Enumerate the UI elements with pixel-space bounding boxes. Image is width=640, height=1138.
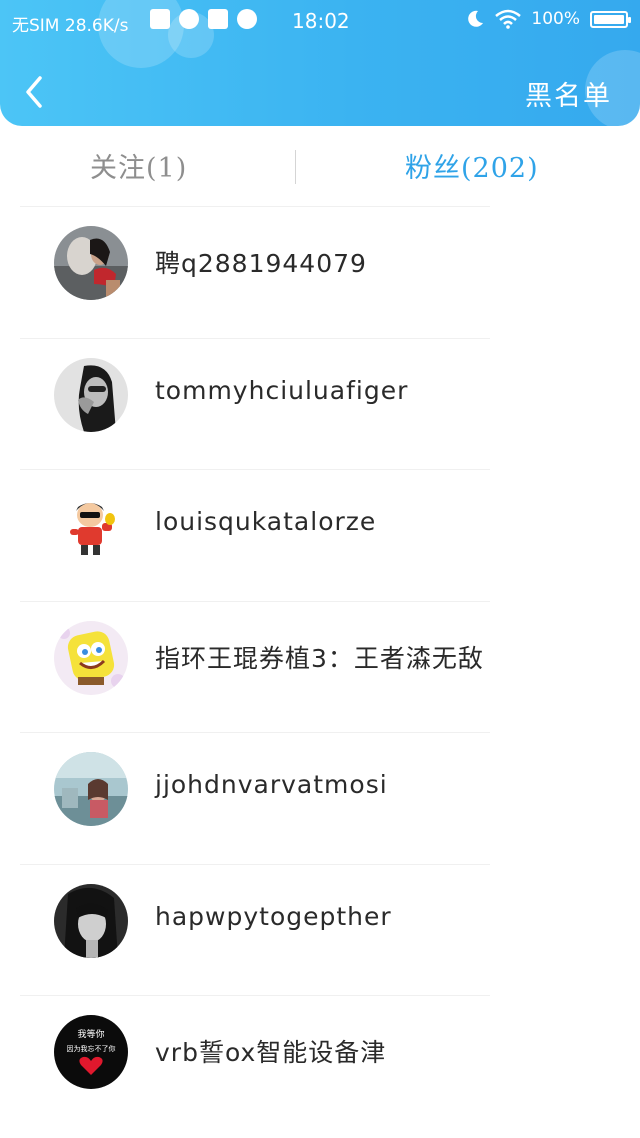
- heart-text-avatar: 我等你 因为我忘不了你: [54, 1015, 128, 1089]
- cartoon-boy-avatar: [54, 489, 128, 563]
- bw-woman-avatar: [54, 883, 128, 958]
- tab-fans[interactable]: 粉丝(202): [405, 146, 539, 185]
- username: tommyhciuluafiger: [155, 375, 409, 405]
- mail-icon: [208, 9, 228, 29]
- top-bar: 无SIM 28.6K/s 18:02 100% 黑名单: [0, 0, 640, 126]
- tab-divider: [295, 150, 296, 184]
- username: vrb誓ox智能设备津: [155, 1038, 387, 1067]
- wifi-icon: [495, 9, 522, 29]
- list-item[interactable]: louisqukatalorze: [0, 469, 640, 601]
- username: jjohdnvarvatmosi: [155, 770, 388, 799]
- row-divider: [20, 206, 490, 207]
- username: hapwpytogepther: [155, 901, 392, 931]
- follow-tabs: 关注(1) 粉丝(202): [0, 126, 640, 206]
- battery-icon: [590, 10, 631, 28]
- avatar[interactable]: [54, 226, 128, 300]
- avatar[interactable]: [54, 489, 128, 563]
- notification-icons: [150, 9, 257, 29]
- username: 聘q2881944079: [155, 249, 367, 278]
- avatar-caption: 因为我忘不了你: [67, 1044, 116, 1053]
- avatar[interactable]: [54, 357, 128, 432]
- list-item[interactable]: 我等你 因为我忘不了你 vrb誓ox智能设备津: [0, 995, 640, 1127]
- row-divider: [20, 863, 490, 865]
- blacklist-button[interactable]: 黑名单: [525, 74, 612, 113]
- status-bar: 无SIM 28.6K/s 18:02 100%: [0, 0, 640, 44]
- list-item[interactable]: tommyhciuluafiger: [0, 337, 640, 470]
- avatar-caption: 我等你: [77, 1028, 104, 1040]
- carrier-speed: 无SIM 28.6K/s: [12, 11, 128, 36]
- woman-photo-avatar: [54, 226, 128, 300]
- avatar[interactable]: [54, 752, 128, 826]
- avatar[interactable]: [54, 883, 128, 958]
- row-divider: [20, 469, 490, 470]
- row-divider: [20, 732, 490, 733]
- chevron-left-icon: [26, 76, 42, 108]
- row-divider: [20, 337, 490, 339]
- fans-list: 聘q2881944079 tommyhciuluafiger louisquka…: [0, 206, 640, 1127]
- shield-notify-icon: [237, 9, 257, 29]
- network-speed: 28.6K/s: [64, 16, 129, 36]
- row-divider: [20, 995, 490, 996]
- status-right: 100%: [465, 9, 631, 29]
- list-item[interactable]: jjohdnvarvatmosi: [0, 732, 640, 864]
- clock: 18:02: [292, 9, 350, 33]
- row-divider: [20, 600, 490, 602]
- avatar[interactable]: 我等你 因为我忘不了你: [54, 1015, 128, 1089]
- girl-photo-avatar: [54, 752, 128, 826]
- back-button[interactable]: [18, 74, 50, 110]
- list-item[interactable]: 指环王琨券植3：王者潹无敌: [0, 600, 640, 733]
- username: 指环王琨券植3：王者潹无敌: [155, 643, 484, 673]
- avatar[interactable]: [54, 620, 128, 695]
- checkbox-notify-icon: [150, 9, 170, 29]
- battery-percent: 100%: [531, 9, 580, 29]
- list-item[interactable]: hapwpytogepther: [0, 863, 640, 996]
- app-notify-icon: [179, 9, 199, 29]
- moon-icon: [468, 10, 484, 27]
- spongebob-avatar: [54, 620, 128, 695]
- username: louisqukatalorze: [155, 507, 377, 536]
- tab-following[interactable]: 关注(1): [90, 146, 187, 185]
- carrier-text: 无SIM: [12, 16, 60, 36]
- list-item[interactable]: 聘q2881944079: [0, 206, 640, 338]
- bw-portrait-avatar: [54, 357, 128, 432]
